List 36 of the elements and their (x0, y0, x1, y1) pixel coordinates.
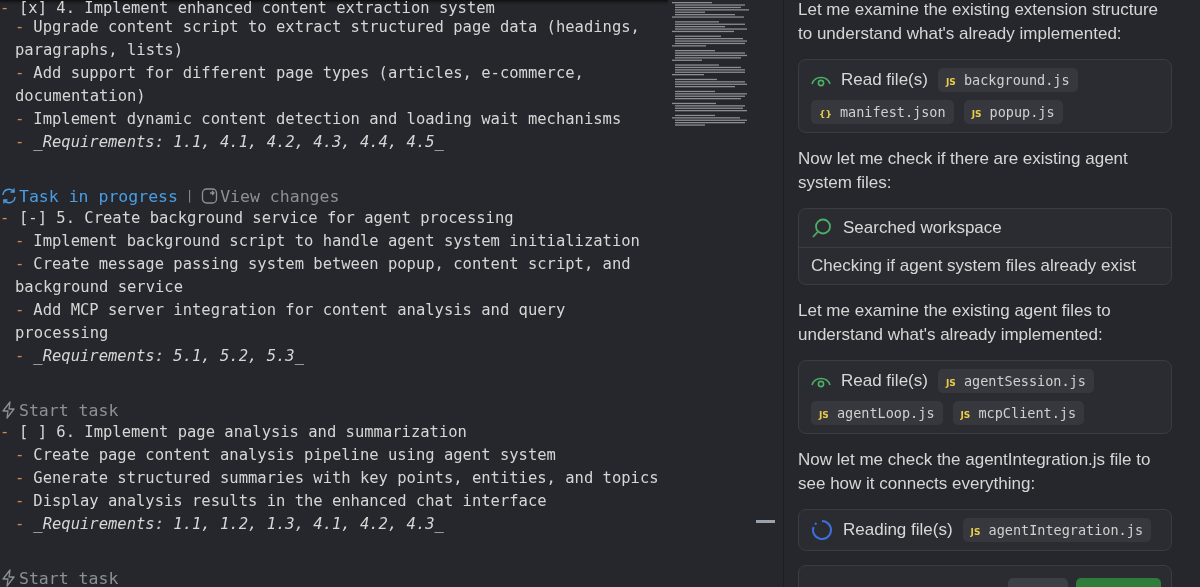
tool-label: Read file(s) (841, 371, 928, 391)
file-chip[interactable]: JS agentSession.js (937, 369, 1094, 393)
markdown-line: - Display analysis results in the enhanced chat interface (14, 491, 548, 512)
chat-message: Let me examine the existing extension structure to understand what's already implemented: (798, 0, 1160, 45)
file-chip[interactable]: JS background.js (937, 68, 1078, 92)
separator: | (185, 189, 194, 203)
markdown-line: - Create page content analysis pipeline using agent system (14, 445, 557, 466)
markdown-line: - [-] 5. Create background service for agent processing (0, 208, 515, 229)
markdown-line: - [x] 4. Implement enhanced content extraction system (0, 0, 496, 16)
chat-message: Let me examine the existing agent files to understand what's already implemented: (798, 300, 1112, 346)
markdown-line: - Add MCP server integration for content analysis and query processing (14, 300, 567, 344)
markdown-line: - Implement background script to handle agent system initialization (14, 231, 641, 252)
file-chip[interactable]: JS mcpClient.js (952, 401, 1085, 425)
markdown-line: - _Requirements: 1.1, 1.2, 1.3, 4.1, 4.2, 4.3_ (14, 514, 445, 535)
markdown-line: - Generate structured summaries with key points, entities, and topics (14, 468, 660, 489)
markdown-line: - Create message passing system between popup, content script, and background service (14, 254, 632, 298)
file-chip[interactable]: JS agentIntegration.js (962, 518, 1151, 542)
tool-label: Read file(s) (841, 70, 928, 90)
chat-message: Now let me check the agentIntegration.js file to see how it connects everything: (798, 449, 1152, 495)
markdown-line: - Implement dynamic content detection and loading wait mechanisms (14, 109, 623, 130)
task-status-link[interactable]: Task in progress (0, 186, 178, 206)
chat-message: Now let me check if there are existing agent system files: (798, 148, 1129, 194)
markdown-line: - _Requirements: 1.1, 4.1, 4.2, 4.3, 4.4, 4.5_ (14, 132, 445, 153)
tool-label: Reading file(s) (843, 520, 953, 540)
markdown-line: - Add support for different page types (articles, e-commerce, documentation) (14, 63, 585, 107)
markdown-line: - Upgrade content script to extract structured page data (headings, paragraphs, lists) (14, 17, 641, 61)
view-changes-link[interactable]: View changes (201, 186, 340, 206)
task-status-link[interactable]: Start task (0, 400, 119, 420)
tool-label: Searched workspace (843, 218, 1002, 238)
markdown-line: - [ ] 6. Implement page analysis and summarization (0, 422, 468, 443)
file-chip[interactable]: JS agentLoop.js (811, 401, 943, 425)
file-chip[interactable]: {} manifest.json (811, 100, 954, 124)
markdown-line: - _Requirements: 5.1, 5.2, 5.3_ (14, 346, 305, 367)
file-chip[interactable]: JS popup.js (963, 100, 1063, 124)
tool-detail: Checking if agent system files already exist (810, 255, 1138, 277)
task-status-link[interactable]: Start task (0, 568, 119, 587)
